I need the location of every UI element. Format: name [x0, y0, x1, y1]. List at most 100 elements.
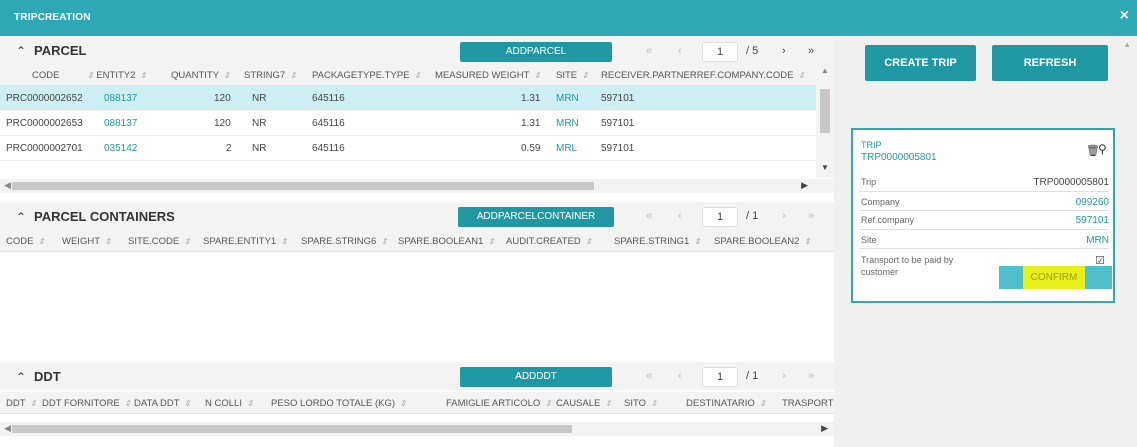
cell-code: PRC0000002652: [6, 93, 83, 104]
prev-page-icon[interactable]: ‹: [678, 210, 682, 222]
col-ddt[interactable]: DDT ⇕: [6, 398, 37, 409]
scroll-thumb[interactable]: [12, 425, 572, 433]
scroll-up-icon[interactable]: ▲: [821, 66, 829, 75]
col-spare-entity1[interactable]: SPARE.ENTITY1 ⇕: [203, 236, 288, 247]
create-trip-button[interactable]: CREATE TRIP: [865, 45, 976, 81]
field-label-trip: Trip: [861, 177, 877, 187]
field-label-company: Company: [861, 197, 900, 207]
cell-string7: NR: [252, 118, 267, 129]
col-peso-lordo[interactable]: PESO LORDO TOTALE (KG) ⇕: [271, 398, 406, 409]
prev-page-icon[interactable]: ‹: [678, 370, 682, 382]
first-page-icon[interactable]: «: [646, 210, 652, 222]
chevron-up-icon[interactable]: ⌃: [16, 370, 26, 384]
last-page-icon[interactable]: »: [808, 370, 814, 382]
col-spare-string6[interactable]: SPARE.STRING6 ⇕: [301, 236, 388, 247]
parcel-horizontal-scrollbar[interactable]: ◀ ▶: [0, 179, 834, 193]
first-page-icon[interactable]: «: [646, 45, 652, 57]
scroll-left-icon[interactable]: ◀: [4, 423, 11, 434]
last-page-icon[interactable]: »: [808, 45, 814, 57]
col-spare-boolean1[interactable]: SPARE.BOOLEAN1 ⇕: [398, 236, 495, 247]
col-sito[interactable]: SITO ⇕: [624, 398, 657, 409]
cell-receiver: 597101: [601, 93, 635, 104]
col-measured-weight[interactable]: MEASURED WEIGHT ⇕: [435, 70, 541, 81]
col-code[interactable]: CODE: [32, 70, 59, 81]
col-packagetype[interactable]: PACKAGETYPE.TYPE ⇕: [312, 70, 421, 81]
col-n-colli[interactable]: N COLLI ⇕: [205, 398, 253, 409]
divider: [859, 210, 1109, 211]
search-icon[interactable]: ⚲: [1098, 142, 1107, 156]
scroll-up-icon[interactable]: ▲: [1123, 40, 1131, 49]
col-site-code[interactable]: SITE.CODE ⇕: [128, 236, 191, 247]
field-value-site[interactable]: MRN: [1086, 235, 1109, 246]
col-famiglie-articolo[interactable]: FAMIGLIE ARTICOLO ⇕: [446, 398, 552, 409]
ddt-horizontal-scrollbar[interactable]: ◀ ▶: [0, 422, 834, 436]
cell-site[interactable]: MRL: [556, 143, 577, 154]
add-ddt-button[interactable]: ADDDDT: [460, 367, 612, 387]
parcel-vertical-scrollbar[interactable]: ▲ ▼: [816, 64, 834, 178]
page-input[interactable]: 1: [702, 207, 738, 227]
add-parcel-container-button[interactable]: ADDPARCELCONTAINER: [458, 207, 614, 227]
cell-receiver: 597101: [601, 143, 635, 154]
confirm-button[interactable]: CONFIRM: [999, 266, 1112, 289]
scroll-left-icon[interactable]: ◀: [4, 180, 11, 191]
ddt-title: DDT: [34, 369, 61, 384]
col-audit-created[interactable]: AUDIT.CREATED ⇕: [506, 236, 592, 247]
first-page-icon[interactable]: «: [646, 370, 652, 382]
col-string7[interactable]: STRING7 ⇕: [244, 70, 297, 81]
col-entity2[interactable]: ⇕ ENTITY2 ⇕: [85, 70, 147, 81]
cell-entity2[interactable]: 088137: [104, 93, 137, 104]
close-icon[interactable]: ×: [1120, 8, 1129, 24]
col-causale[interactable]: CAUSALE ⇕: [556, 398, 612, 409]
last-page-icon[interactable]: »: [808, 210, 814, 222]
scroll-down-icon[interactable]: ▼: [821, 163, 829, 172]
containers-column-header: CODE ⇕ WEIGHT ⇕ SITE.CODE ⇕ SPARE.ENTITY…: [0, 230, 834, 252]
page-total: / 5: [746, 45, 759, 57]
field-value-company[interactable]: 099260: [1076, 197, 1109, 208]
scroll-thumb[interactable]: [820, 89, 830, 133]
col-data-ddt[interactable]: DATA DDT ⇕: [134, 398, 191, 409]
col-destinatario[interactable]: DESTINATARIO ⇕: [686, 398, 766, 409]
chevron-up-icon[interactable]: ⌃: [16, 44, 26, 58]
col-trasport[interactable]: TRASPORT: [782, 398, 834, 409]
col-site[interactable]: SITE ⇕: [556, 70, 588, 81]
table-row[interactable]: PRC0000002653 088137 120 NR 645116 1.31 …: [0, 111, 816, 136]
cell-site[interactable]: MRN: [556, 118, 579, 129]
page-total: / 1: [746, 370, 759, 382]
add-parcel-button[interactable]: ADDPARCEL: [460, 42, 612, 62]
page-total: / 1: [746, 210, 759, 222]
scroll-right-icon[interactable]: ▶: [801, 180, 808, 191]
cell-entity2[interactable]: 035142: [104, 143, 137, 154]
refresh-button[interactable]: REFRESH: [992, 45, 1108, 81]
cell-string7: NR: [252, 143, 267, 154]
col-ddt-fornitore[interactable]: DDT FORNITORE ⇕: [42, 398, 131, 409]
cell-entity2[interactable]: 088137: [104, 118, 137, 129]
field-value-refcompany[interactable]: 597101: [1076, 215, 1109, 226]
cell-quantity: 120: [214, 93, 231, 104]
chevron-up-icon[interactable]: ⌃: [16, 210, 26, 224]
table-row[interactable]: PRC0000002701 035142 2 NR 645116 0.59 MR…: [0, 136, 816, 161]
scroll-thumb[interactable]: [12, 182, 594, 190]
col-weight[interactable]: WEIGHT ⇕: [62, 236, 111, 247]
page-input[interactable]: 1: [702, 42, 738, 62]
prev-page-icon[interactable]: ‹: [678, 45, 682, 57]
col-spare-boolean2[interactable]: SPARE.BOOLEAN2 ⇕: [714, 236, 811, 247]
table-row[interactable]: PRC0000002652 088137 120 NR 645116 1.31 …: [0, 86, 816, 111]
divider: [859, 229, 1109, 230]
cell-receiver: 597101: [601, 118, 635, 129]
col-spare-string1[interactable]: SPARE.STRING1 ⇕: [614, 236, 701, 247]
ddt-column-header: DDT ⇕ DDT FORNITORE ⇕ DATA DDT ⇕ N COLLI…: [0, 392, 834, 414]
cell-packagetype: 645116: [312, 93, 345, 104]
scroll-right-icon[interactable]: ▶: [821, 423, 828, 434]
col-receiver[interactable]: RECEIVER.PARTNERREF.COMPANY.CODE ⇕: [601, 70, 805, 81]
page-input[interactable]: 1: [702, 367, 738, 387]
trip-header-code[interactable]: TRP0000005801: [861, 152, 937, 163]
next-page-icon[interactable]: ›: [782, 370, 786, 382]
cell-packagetype: 645116: [312, 143, 345, 154]
next-page-icon[interactable]: ›: [782, 45, 786, 57]
field-label-transport-paid: Transport to be paid by customer: [861, 255, 954, 277]
cell-weight: 0.59: [521, 143, 541, 154]
cell-site[interactable]: MRN: [556, 93, 579, 104]
col-quantity[interactable]: QUANTITY ⇕: [171, 70, 230, 81]
col-code[interactable]: CODE ⇕: [6, 236, 45, 247]
next-page-icon[interactable]: ›: [782, 210, 786, 222]
